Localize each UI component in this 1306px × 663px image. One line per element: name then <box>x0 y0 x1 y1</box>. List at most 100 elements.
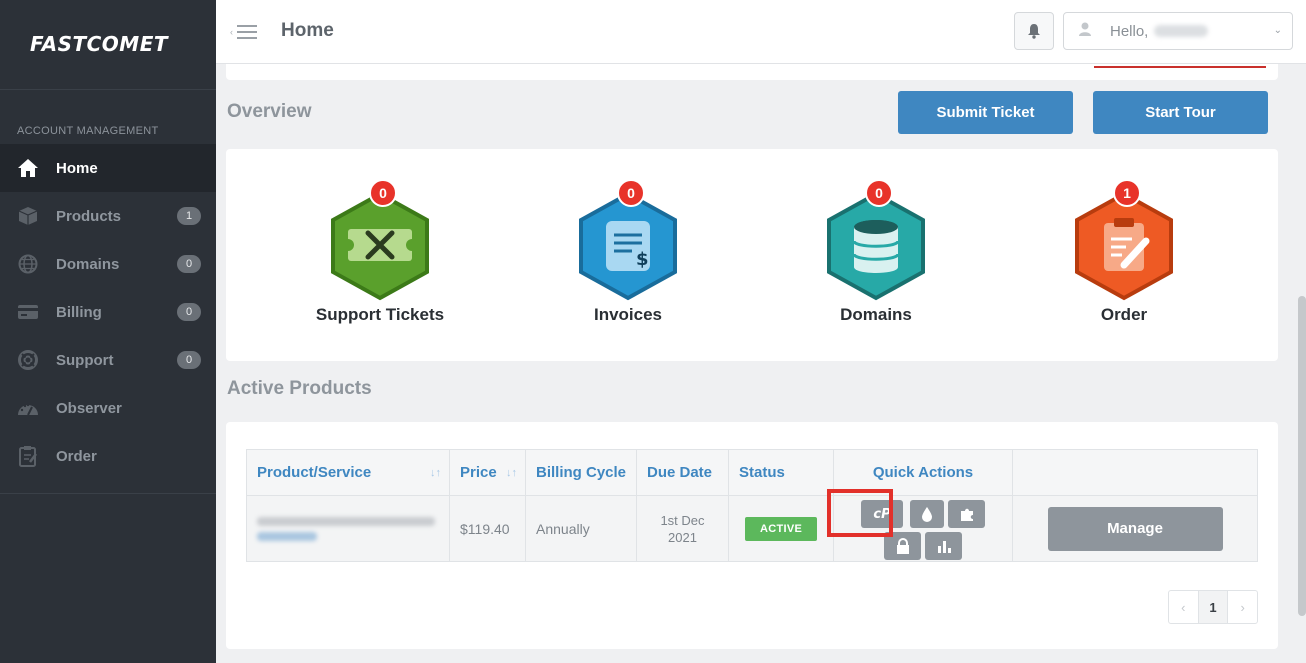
sidebar-item-billing[interactable]: Billing 0 <box>0 288 216 336</box>
sidebar-item-label: Home <box>56 159 98 177</box>
start-tour-button[interactable]: Start Tour <box>1093 91 1268 134</box>
sidebar-item-label: Billing <box>56 303 102 321</box>
lifebuoy-icon <box>17 349 39 371</box>
hamburger-icon <box>237 25 257 39</box>
sidebar-item-label: Observer <box>56 399 122 417</box>
invoice-icon: $ <box>579 191 677 301</box>
due-date-year: 2021 <box>668 529 697 545</box>
menu-toggle-button[interactable]: ‹ <box>230 22 262 42</box>
page-scrollbar[interactable] <box>1298 296 1306 616</box>
manage-cell: Manage <box>1013 496 1257 561</box>
sort-icon: ↓↑ <box>506 467 517 479</box>
box-icon <box>17 205 39 227</box>
divider <box>1094 66 1266 68</box>
bar-chart-icon <box>937 541 951 553</box>
count-badge: 0 <box>177 255 201 273</box>
manage-button[interactable]: Manage <box>1047 506 1223 551</box>
column-label: Quick Actions <box>872 464 974 481</box>
chevron-down-icon: ⌄ <box>1273 25 1282 36</box>
user-icon <box>1078 21 1092 42</box>
column-label: Billing Cycle <box>536 464 627 481</box>
page-title: Home <box>281 20 334 41</box>
next-page-button[interactable]: › <box>1228 591 1257 623</box>
credit-card-icon <box>17 301 39 323</box>
stat-label: Order <box>1100 305 1148 324</box>
stat-domains[interactable]: 0 Domains <box>786 179 966 329</box>
active-products-card: Product/Service ↓↑ Price ↓↑ Billing Cycl… <box>226 422 1278 649</box>
sidebar-item-support[interactable]: Support 0 <box>0 336 216 384</box>
svg-text:$: $ <box>636 249 649 270</box>
stat-support-tickets[interactable]: 0 Support Tickets <box>290 179 470 329</box>
divider <box>0 89 216 90</box>
column-label: Status <box>739 464 785 481</box>
sidebar-item-label: Order <box>56 447 97 465</box>
column-header-status[interactable]: Status <box>729 450 834 495</box>
sidebar-item-label: Products <box>56 207 122 225</box>
sidebar-item-domains[interactable]: Domains 0 <box>0 240 216 288</box>
count-badge: 0 <box>865 179 893 207</box>
column-header-price[interactable]: Price ↓↑ <box>450 450 526 495</box>
water-drop-icon <box>922 507 932 522</box>
blurred-product-name <box>257 516 435 541</box>
stat-label: Invoices <box>593 305 663 324</box>
sidebar: FASTCOMET ACCOUNT MANAGEMENT Home Produc… <box>0 0 216 663</box>
sidebar-item-label: Domains <box>56 255 120 273</box>
stat-label: Domains <box>840 305 912 324</box>
sidebar-item-products[interactable]: Products 1 <box>0 192 216 240</box>
count-badge: 0 <box>617 179 645 207</box>
bell-icon <box>1028 24 1040 39</box>
alert-card <box>226 64 1278 80</box>
sidebar-item-label: Support <box>56 351 114 369</box>
table-row: $119.40 Annually 1st Dec 2021 ACTIVE cP <box>247 496 1257 561</box>
home-icon <box>17 157 39 179</box>
blurred-username <box>1154 25 1209 37</box>
submit-ticket-button[interactable]: Submit Ticket <box>898 91 1073 134</box>
count-badge: 1 <box>177 207 201 225</box>
column-label: Due Date <box>647 464 713 481</box>
column-header-billing-cycle[interactable]: Billing Cycle <box>526 450 637 495</box>
count-badge: 0 <box>177 303 201 321</box>
product-name-cell[interactable] <box>247 496 450 561</box>
user-menu-dropdown[interactable]: Hello, ⌄ <box>1063 12 1293 50</box>
billing-cycle-cell: Annually <box>526 496 637 561</box>
sidebar-item-observer[interactable]: Observer <box>0 384 216 432</box>
sort-icon: ↓↑ <box>430 467 441 479</box>
order-clipboard-icon <box>1075 191 1173 301</box>
sidebar-item-order[interactable]: Order <box>0 432 216 480</box>
notifications-button[interactable] <box>1014 12 1054 50</box>
highlight-box <box>827 489 893 537</box>
count-badge: 1 <box>1113 179 1141 207</box>
column-header-product[interactable]: Product/Service ↓↑ <box>247 450 450 495</box>
count-badge: 0 <box>177 351 201 369</box>
status-badge: ACTIVE <box>745 516 818 541</box>
due-date-day: 1st Dec <box>660 512 705 528</box>
overview-card: 0 Support Tickets $ 0 Invoices 0 Domains <box>226 149 1278 361</box>
table-header: Product/Service ↓↑ Price ↓↑ Billing Cycl… <box>247 450 1257 496</box>
column-header-empty <box>1013 450 1257 495</box>
puzzle-icon <box>960 508 973 521</box>
fastcomet-logo[interactable]: FASTCOMET <box>30 32 168 56</box>
greeting-text: Hello, <box>1110 22 1149 40</box>
pagination: ‹ 1 › <box>1168 590 1258 624</box>
page-button-current[interactable]: 1 <box>1197 591 1229 623</box>
addon-button[interactable] <box>948 500 985 528</box>
sidebar-item-home[interactable]: Home <box>0 144 216 192</box>
dashboard-icon <box>17 397 39 419</box>
sidebar-nav: Home Products 1 Domains 0 Billing 0 Supp… <box>0 144 216 480</box>
stat-label: Support Tickets <box>315 305 445 324</box>
due-date-cell: 1st Dec 2021 <box>637 496 729 561</box>
stats-button[interactable] <box>925 532 962 560</box>
drop-button[interactable] <box>910 500 944 528</box>
status-cell: ACTIVE <box>729 496 834 561</box>
count-badge: 0 <box>369 179 397 207</box>
stat-order[interactable]: 1 Order <box>1034 179 1214 329</box>
caret-left-icon: ‹ <box>230 27 233 37</box>
database-icon <box>827 191 925 301</box>
previous-page-button[interactable]: ‹ <box>1169 591 1198 623</box>
tools-icon <box>331 191 429 301</box>
column-label: Product/Service <box>257 464 372 481</box>
divider <box>0 493 216 494</box>
column-header-due-date[interactable]: Due Date <box>637 450 729 495</box>
clipboard-icon <box>17 445 39 467</box>
stat-invoices[interactable]: $ 0 Invoices <box>538 179 718 329</box>
